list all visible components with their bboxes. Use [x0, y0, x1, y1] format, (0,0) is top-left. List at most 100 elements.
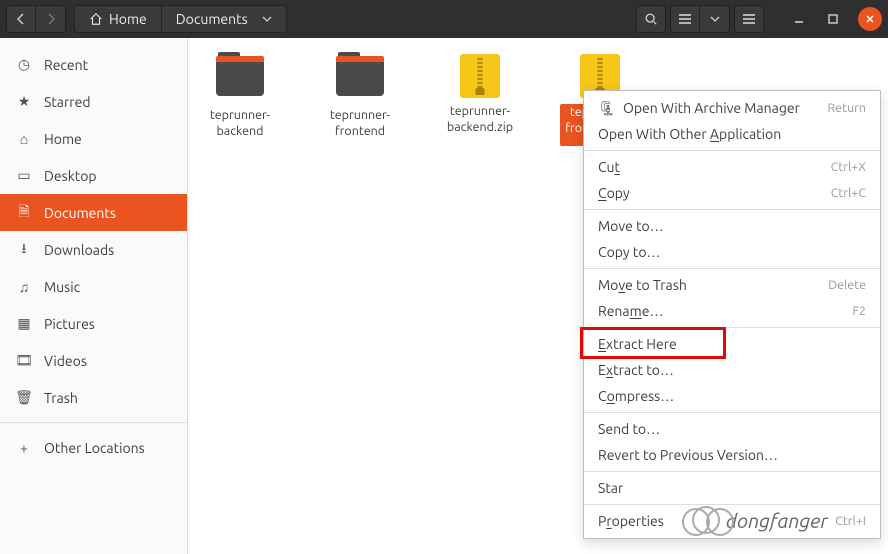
sidebar-item-label: Documents [44, 205, 116, 221]
list-view-button[interactable] [670, 5, 700, 33]
breadcrumb-documents[interactable]: Documents [161, 6, 286, 32]
menu-item-label: Extract to… [598, 362, 674, 378]
sidebar-item-downloads[interactable]: ⭳ Downloads [0, 231, 187, 268]
divider [584, 504, 880, 505]
context-menu-item[interactable]: 🗜 Open With Archive Manager Return [584, 95, 880, 121]
sidebar-item-pictures[interactable]: ▦Pictures [0, 305, 187, 342]
divider [0, 422, 187, 423]
shortcut-label: Delete [828, 278, 866, 292]
sidebar-item-home[interactable]: ⌂Home [0, 120, 187, 157]
sidebar-item-videos[interactable]: 🎞Videos [0, 342, 187, 379]
menu-item-label: Move to… [598, 218, 664, 234]
sidebar: ◷Recent ★ Starred ⌂Home ▭Desktop 🗎 Documen… [0, 38, 188, 554]
menu-item-label: Cut [598, 159, 620, 175]
sidebar-item-label: Other Locations [44, 440, 145, 456]
menu-button[interactable] [734, 5, 764, 33]
sidebar-item-trash[interactable]: 🗑 Trash [0, 379, 187, 416]
sidebar-item-label: Trash [44, 390, 78, 406]
home-icon [89, 12, 103, 26]
breadcrumb: Home Documents [74, 5, 287, 33]
sidebar-item-label: Music [44, 279, 80, 295]
context-menu-item[interactable]: Extract to… [584, 357, 880, 383]
watermark-text: dongfanger [726, 509, 828, 532]
context-menu-item[interactable]: Revert to Previous Version… [584, 442, 880, 468]
menu-item-label: Compress… [598, 388, 674, 404]
trash-icon: 🗑 [16, 389, 32, 406]
context-menu: 🗜 Open With Archive Manager Return Open Wi… [583, 90, 881, 539]
folder-icon [210, 58, 270, 104]
close-button[interactable] [858, 7, 882, 31]
divider [584, 209, 880, 210]
file-label: teprunner-frontend [320, 108, 400, 150]
breadcrumb-home[interactable]: Home [75, 6, 161, 32]
downloads-icon: ⭳ [16, 238, 32, 262]
context-menu-item[interactable]: Copy to… [584, 239, 880, 265]
zip-icon [450, 54, 510, 100]
music-icon: ♫ [16, 279, 32, 295]
sidebar-item-label: Downloads [44, 242, 114, 258]
sidebar-item-label: Pictures [44, 316, 95, 332]
menu-item-label: Star [598, 480, 623, 496]
titlebar: Home Documents [0, 0, 888, 38]
maximize-button[interactable] [818, 5, 848, 33]
back-button[interactable] [6, 5, 36, 33]
divider [584, 327, 880, 328]
sidebar-item-desktop[interactable]: ▭Desktop [0, 157, 187, 194]
file-item[interactable]: teprunner-backend [200, 54, 280, 150]
context-menu-item[interactable]: Compress… [584, 383, 880, 409]
sidebar-item-label: Recent [44, 57, 88, 73]
sidebar-item-music[interactable]: ♫ Music [0, 268, 187, 305]
documents-icon: 🗎 [16, 201, 32, 225]
archive-icon: 🗜 [598, 100, 619, 116]
menu-item-label: Copy [598, 185, 630, 201]
context-menu-item[interactable]: CutCtrl+X [584, 154, 880, 180]
minimize-button[interactable] [784, 5, 814, 33]
context-menu-item[interactable]: Copy Ctrl+C [584, 180, 880, 206]
context-menu-item[interactable]: Rename… F2 [584, 298, 880, 324]
watermark: dongfanger [692, 506, 828, 534]
context-menu-item[interactable]: Send to… [584, 416, 880, 442]
view-buttons [670, 5, 730, 33]
menu-item-label: 🗜 Open With Archive Manager [598, 100, 800, 117]
shortcut-label: Ctrl+C [831, 186, 866, 200]
context-menu-item[interactable]: Open With Other Application [584, 121, 880, 147]
sidebar-item-label: Starred [44, 94, 91, 110]
view-dropdown-button[interactable] [700, 5, 730, 33]
sidebar-item-label: Videos [44, 353, 87, 369]
menu-item-label: Extract Here [598, 336, 677, 352]
divider [584, 268, 880, 269]
file-item[interactable]: teprunner-frontend [320, 54, 400, 150]
chevron-down-icon [262, 16, 272, 22]
menu-item-label: Rename… [598, 303, 663, 319]
shortcut-label: Ctrl+I [835, 514, 866, 528]
divider [584, 150, 880, 151]
breadcrumb-label: Home [109, 11, 147, 27]
file-item[interactable]: teprunner-backend.zip [440, 54, 520, 150]
forward-button[interactable] [36, 5, 66, 33]
sidebar-item-recent[interactable]: ◷Recent [0, 46, 187, 83]
menu-item-label: Send to… [598, 421, 660, 437]
sidebar-item-label: Home [44, 131, 82, 147]
menu-item-label: Move to Trash [598, 277, 687, 293]
menu-item-label: Revert to Previous Version… [598, 447, 778, 463]
sidebar-item-other-locations[interactable]: + Other Locations [0, 429, 187, 466]
search-button[interactable] [636, 5, 666, 33]
nav-buttons [6, 5, 66, 33]
shortcut-label: Return [827, 101, 866, 115]
shortcut-label: F2 [852, 304, 866, 318]
file-label: teprunner-backend.zip [440, 104, 520, 146]
sidebar-item-starred[interactable]: ★ Starred [0, 83, 187, 120]
star-icon: ★ [16, 93, 32, 110]
sidebar-item-documents[interactable]: 🗎 Documents [0, 194, 187, 231]
plus-icon: + [16, 440, 32, 456]
context-menu-item[interactable]: Move to Trash Delete [584, 272, 880, 298]
context-menu-item[interactable]: Move to… [584, 213, 880, 239]
menu-item-label: Copy to… [598, 244, 660, 260]
breadcrumb-label: Documents [176, 11, 248, 27]
context-menu-item[interactable]: Star [584, 475, 880, 501]
divider [584, 471, 880, 472]
context-menu-item[interactable]: Extract Here [584, 331, 880, 357]
desktop-icon: ▭ [16, 167, 32, 184]
file-label: teprunner-backend [200, 108, 280, 150]
wechat-icon [692, 506, 720, 534]
